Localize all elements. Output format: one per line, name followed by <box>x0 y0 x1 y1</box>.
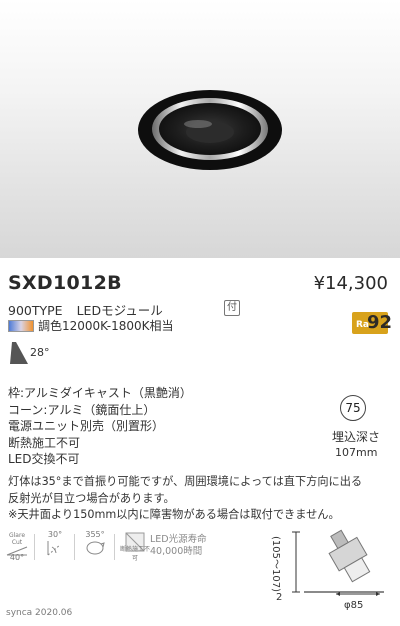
spec-power-unit: 電源ユニット別売（別置形） <box>8 419 165 433</box>
bottom-dimension: 2 <box>276 592 283 603</box>
led-life-value: 40,000時間 <box>150 546 203 557</box>
attached-badge: 付 <box>224 300 240 316</box>
led-life-label: LED光源寿命 <box>150 534 207 545</box>
spec-cone: コーン:アルミ（鏡面仕上） <box>8 402 156 417</box>
icon-divider <box>114 534 115 560</box>
glare-cut-value: 40° <box>9 553 25 562</box>
icon-divider <box>34 534 35 560</box>
icon-divider <box>74 534 75 560</box>
product-photo <box>0 0 400 258</box>
downlight-image <box>138 90 282 170</box>
spec-list: 枠:アルミダイキャスト（黒艶消） コーン:アルミ（鏡面仕上） 電源ユニット別売（… <box>8 385 192 468</box>
height-dimension: (105～107) <box>270 536 281 592</box>
rotate-value: 355° <box>85 530 105 539</box>
spec-frame: 枠:アルミダイキャスト（黒艶消） <box>8 386 192 400</box>
note-line: 反射光が目立つ場合があります。 <box>8 491 175 505</box>
embed-depth-label: 埋込深さ <box>332 430 381 444</box>
no-insulation-label: 断熱施工不可 <box>120 546 151 562</box>
dimension-diagram <box>276 528 396 618</box>
glare-cut-label: Glare Cut <box>8 532 26 546</box>
spec-led-replace: LED交換不可 <box>8 452 80 466</box>
note-line: ※天井面より150mm以内に障害物がある場合は取付できません。 <box>8 508 340 521</box>
spec-insulation: 断熱施工不可 <box>8 435 81 450</box>
embed-hole-size: 75 <box>340 395 366 421</box>
product-price: ¥14,300 <box>313 273 388 294</box>
glare-cut-icon: Glare Cut 40° <box>4 530 30 562</box>
module-label: LEDモジュール <box>76 303 163 318</box>
product-model: SXD1012B <box>8 272 122 294</box>
tilt-icon: 30° <box>40 530 70 562</box>
rotate-icon: 355° <box>80 530 110 562</box>
product-type: 900TYPE <box>8 303 63 318</box>
fixture-sketch <box>328 529 371 583</box>
notes: 灯体は35°まで首振り可能ですが、周囲環境によっては直下方向に出る 反射光が目立… <box>8 474 362 524</box>
footer-brand-date: synca 2020.06 <box>6 608 73 618</box>
beam-angle-icon <box>10 342 28 368</box>
no-insulation-icon: 断熱施工不可 <box>120 530 150 562</box>
toning-range: 調色12000K-1800K相当 <box>38 319 174 333</box>
ra-badge: Ra 92 <box>352 312 392 334</box>
ra-value: 92 <box>367 312 393 333</box>
led-life: LED光源寿命 40,000時間 <box>150 534 207 558</box>
note-line: 灯体は35°まで首振り可能ですが、周囲環境によっては直下方向に出る <box>8 475 363 488</box>
tilt-value: 30° <box>47 530 63 539</box>
color-temperature-swatch <box>8 320 34 332</box>
diameter-dimension: φ85 <box>344 600 364 611</box>
beam-angle: 28° <box>30 346 50 359</box>
embed-depth-value: 107mm <box>335 446 378 459</box>
